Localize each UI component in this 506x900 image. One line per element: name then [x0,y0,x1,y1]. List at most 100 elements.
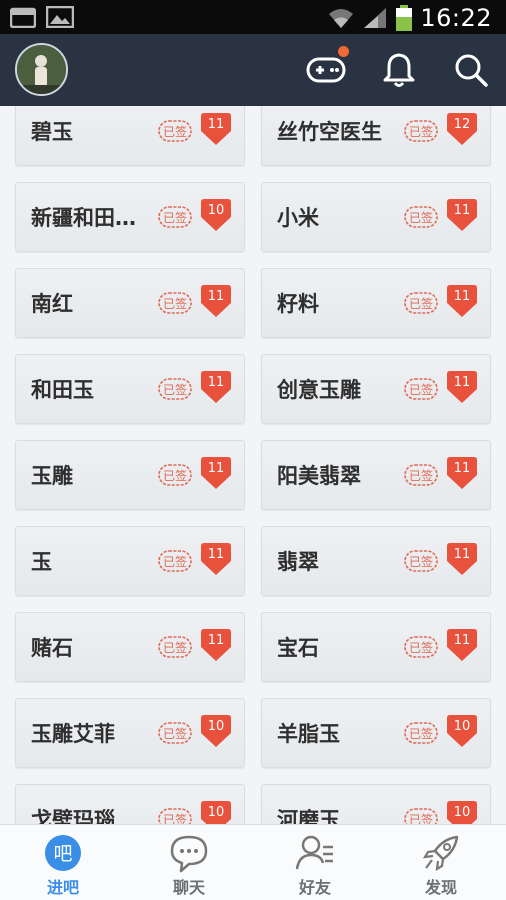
level-badge: 10 [447,715,477,747]
level-badge: 10 [447,801,477,824]
svg-text:已签: 已签 [163,468,187,483]
level-badge: 11 [201,629,231,661]
svg-text:已签: 已签 [409,640,433,655]
svg-text:11: 11 [208,375,225,390]
forum-card[interactable]: 宝石 已签 11 [261,612,491,682]
forum-grid: 碧玉 已签 11 丝竹空医生 已签 12 新疆和田… 已签 10 小米 已签 11 南红 已签 11 籽料 已签… [0,106,506,824]
svg-text:已签: 已签 [163,554,187,569]
forum-card[interactable]: 和田玉 已签 11 [15,354,245,424]
signed-stamp-icon: 已签 [404,292,438,314]
forum-name: 赌石 [31,636,73,660]
forum-name: 戈壁玛瑙 [31,808,115,824]
signed-stamp-icon: 已签 [404,550,438,572]
svg-text:12: 12 [454,117,471,132]
level-badge: 11 [447,457,477,489]
forum-card[interactable]: 新疆和田… 已签 10 [15,182,245,252]
svg-text:已签: 已签 [163,210,187,225]
rocket-icon [422,835,459,872]
signed-stamp-icon: 已签 [158,808,192,824]
signed-stamp-icon: 已签 [404,206,438,228]
forum-card[interactable]: 羊脂玉 已签 10 [261,698,491,768]
svg-text:11: 11 [454,633,471,648]
forum-card[interactable]: 碧玉 已签 11 [15,106,245,166]
level-badge: 12 [447,113,477,145]
forum-name: 玉雕艾菲 [31,722,115,746]
svg-text:已签: 已签 [163,124,187,139]
svg-text:10: 10 [208,805,225,820]
svg-text:已签: 已签 [409,296,433,311]
svg-text:11: 11 [454,289,471,304]
friends-icon [295,835,333,870]
forum-card[interactable]: 小米 已签 11 [261,182,491,252]
forum-card[interactable]: 阳美翡翠 已签 11 [261,440,491,510]
forum-card[interactable]: 河磨玉 已签 10 [261,784,491,824]
forum-card[interactable]: 戈壁玛瑙 已签 10 [15,784,245,824]
search-icon[interactable] [450,49,492,91]
svg-text:10: 10 [454,719,471,734]
svg-text:11: 11 [454,375,471,390]
svg-text:11: 11 [208,461,225,476]
level-badge: 11 [201,457,231,489]
signed-stamp-icon: 已签 [404,722,438,744]
tab-chat[interactable]: 聊天 [126,825,252,900]
svg-text:已签: 已签 [409,812,433,824]
svg-text:10: 10 [208,203,225,218]
forum-card[interactable]: 玉雕 已签 11 [15,440,245,510]
forum-card[interactable]: 翡翠 已签 11 [261,526,491,596]
signed-stamp-icon: 已签 [158,636,192,658]
image-icon [46,6,74,28]
forum-name: 小米 [277,206,319,230]
forum-name: 创意玉雕 [277,378,361,402]
status-time: 16:22 [420,4,492,32]
wifi-icon [329,9,354,28]
svg-text:吧: 吧 [53,843,72,865]
svg-text:已签: 已签 [409,468,433,483]
forum-name: 碧玉 [31,120,73,144]
level-badge: 10 [201,801,231,824]
tab-friends[interactable]: 好友 [252,825,378,900]
svg-text:已签: 已签 [163,296,187,311]
forum-name: 丝竹空医生 [277,120,382,144]
inbox-icon [10,7,36,28]
signed-stamp-icon: 已签 [158,378,192,400]
svg-text:已签: 已签 [163,382,187,397]
tab-jinba[interactable]: 吧 进吧 [0,825,126,900]
avatar[interactable] [15,43,68,96]
forum-card[interactable]: 玉 已签 11 [15,526,245,596]
avatar-image [17,45,66,94]
svg-text:10: 10 [208,719,225,734]
forum-card[interactable]: 玉雕艾菲 已签 10 [15,698,245,768]
signal-icon [364,8,387,28]
signed-stamp-icon: 已签 [158,464,192,486]
forum-card[interactable]: 丝竹空医生 已签 12 [261,106,491,166]
signed-stamp-icon: 已签 [404,464,438,486]
tab-discover[interactable]: 发现 [378,825,504,900]
signed-stamp-icon: 已签 [158,550,192,572]
level-badge: 11 [447,629,477,661]
tab-label: 进吧 [46,878,79,897]
bell-icon[interactable] [378,49,420,91]
svg-text:已签: 已签 [409,382,433,397]
forum-card[interactable]: 创意玉雕 已签 11 [261,354,491,424]
forum-card[interactable]: 南红 已签 11 [15,268,245,338]
svg-text:11: 11 [208,289,225,304]
signed-stamp-icon: 已签 [404,808,438,824]
signed-stamp-icon: 已签 [404,120,438,142]
svg-text:11: 11 [454,547,471,562]
forum-name: 翡翠 [277,550,319,574]
chat-bubble-icon [170,835,208,873]
forum-card[interactable]: 赌石 已签 11 [15,612,245,682]
level-badge: 11 [447,285,477,317]
svg-text:10: 10 [454,805,471,820]
level-badge: 11 [201,285,231,317]
ba-icon: 吧 [45,835,81,871]
tab-label: 好友 [298,878,331,897]
forum-name: 和田玉 [31,378,94,402]
battery-icon [396,5,413,31]
level-badge: 10 [201,199,231,231]
svg-text:11: 11 [208,633,225,648]
status-bar: 16:22 [0,0,506,34]
forum-name: 阳美翡翠 [277,464,361,488]
notification-dot [338,46,349,57]
forum-card[interactable]: 籽料 已签 11 [261,268,491,338]
